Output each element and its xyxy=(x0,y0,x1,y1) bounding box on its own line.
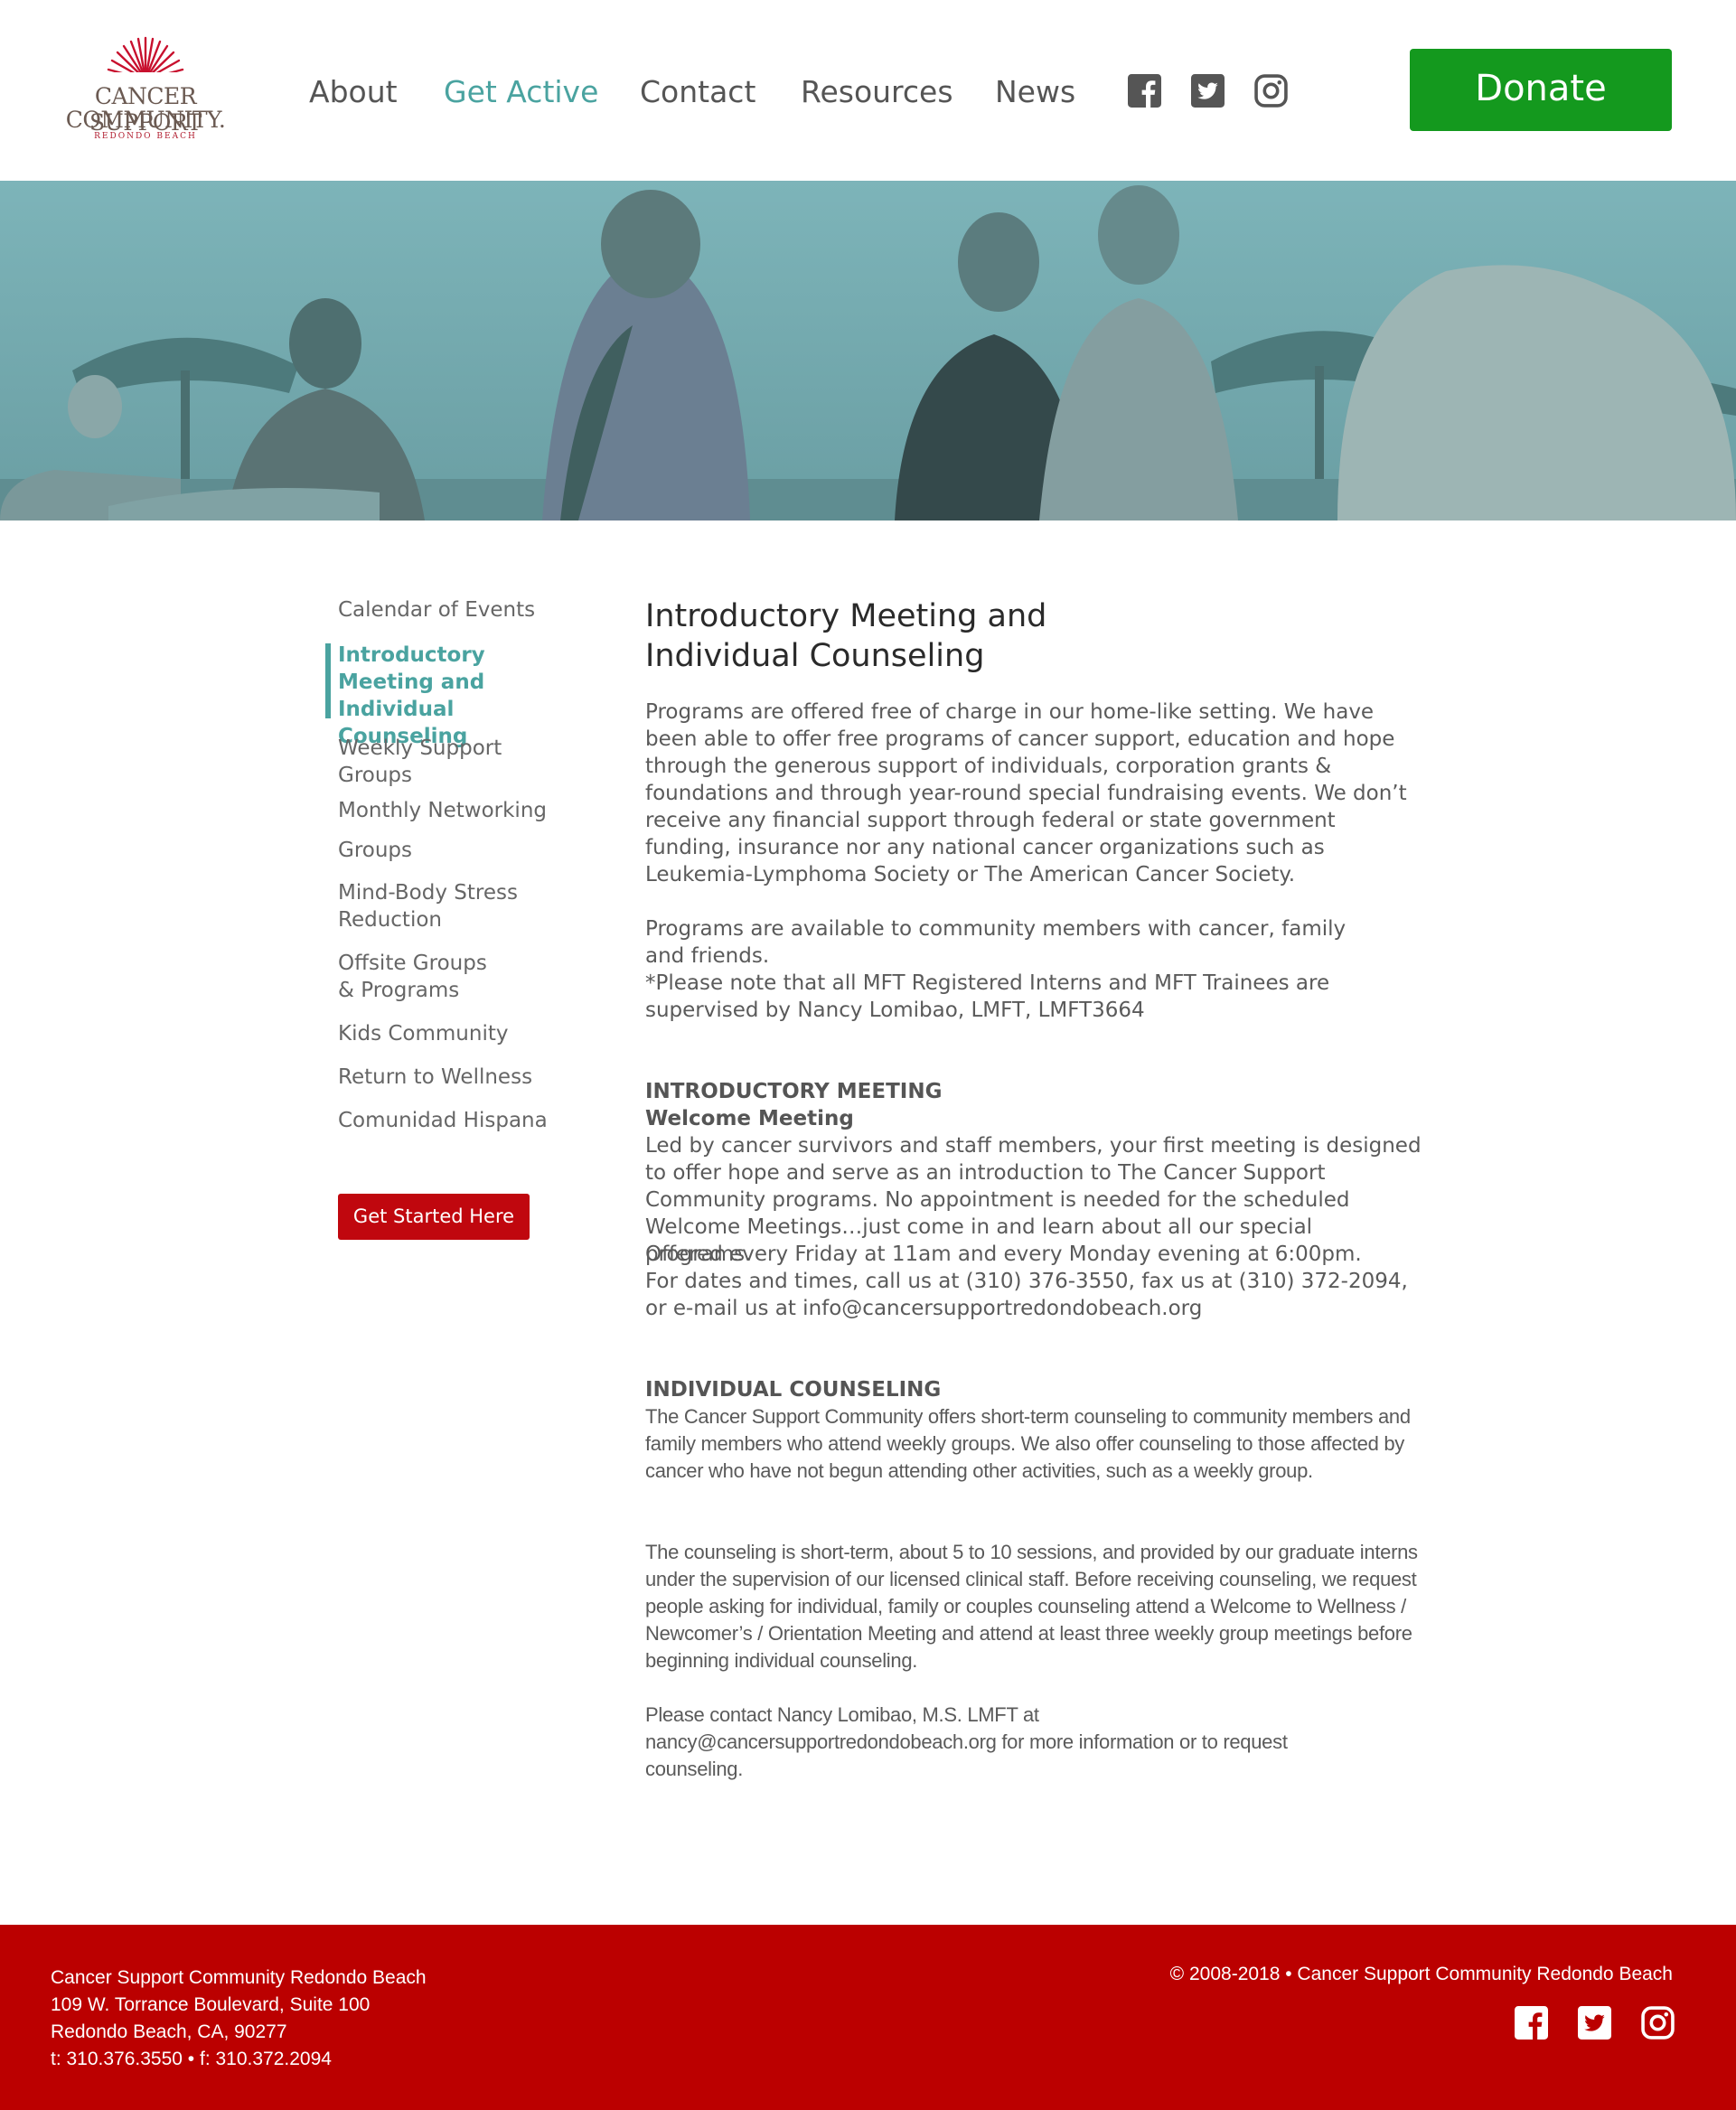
sidebar-item-introductory-meeting[interactable]: Introductory Meeting and Individual Coun… xyxy=(338,642,573,750)
page-title-line2: Individual Counseling xyxy=(645,638,985,674)
sidebar-item-offsite-groups[interactable]: Offsite Groups & Programs xyxy=(338,950,501,1004)
sidebar-item-comunidad-hispana[interactable]: Comunidad Hispana xyxy=(338,1107,582,1134)
contact-details: For dates and times, call us at (310) 37… xyxy=(645,1270,1408,1320)
site-header: CANCER SUPPORT COMMUNITY. REDONDO BEACH … xyxy=(0,0,1736,181)
site-footer: Cancer Support Community Redondo Beach 1… xyxy=(0,1925,1736,2110)
page-title-line1: Introductory Meeting and xyxy=(645,598,1047,634)
footer-org-name: Cancer Support Community Redondo Beach xyxy=(51,1967,427,1988)
sidebar-item-mind-body-stress-reduction[interactable]: Mind-Body Stress Reduction xyxy=(338,879,528,933)
footer-phone: t: 310.376.3550 • f: 310.372.2094 xyxy=(51,2049,332,2069)
intro-meeting-heading: INTRODUCTORY MEETING xyxy=(645,1080,943,1103)
welcome-meeting-subheading: Welcome Meeting xyxy=(645,1107,854,1130)
sidebar-active-indicator xyxy=(325,643,331,718)
logo-text-line2: COMMUNITY. xyxy=(65,107,226,133)
donate-button[interactable]: Donate xyxy=(1410,49,1672,131)
twitter-icon[interactable] xyxy=(1191,74,1225,108)
logo-text-line3: REDONDO BEACH xyxy=(94,132,197,141)
hero-photo xyxy=(0,181,1736,520)
counseling-contact-text: Please contact Nancy Lomibao, M.S. LMFT … xyxy=(645,1703,1288,1780)
counseling-details-text: The counseling is short-term, about 5 to… xyxy=(645,1541,1418,1672)
sidebar-item-weekly-support-groups[interactable]: Weekly Support Groups xyxy=(338,735,519,789)
footer-address: Cancer Support Community Redondo Beach 1… xyxy=(51,1965,427,2073)
instagram-icon[interactable] xyxy=(1641,2006,1675,2040)
footer-street: 109 W. Torrance Boulevard, Suite 100 xyxy=(51,1994,371,2015)
sidebar-item-groups[interactable]: Groups xyxy=(338,837,582,864)
nav-about[interactable]: About xyxy=(309,74,398,109)
meeting-schedule: Offered every Friday at 11am and every M… xyxy=(645,1243,1362,1266)
footer-copyright: © 2008-2018 • Cancer Support Community R… xyxy=(1169,1964,1673,1984)
intro-paragraph: Programs are offered free of charge in o… xyxy=(645,700,1407,886)
facebook-icon[interactable] xyxy=(1515,2006,1548,2040)
page-title: Introductory Meeting and Individual Coun… xyxy=(645,596,1422,676)
get-started-button[interactable]: Get Started Here xyxy=(338,1194,530,1240)
nav-news[interactable]: News xyxy=(995,74,1075,109)
nav-resources[interactable]: Resources xyxy=(801,74,953,109)
nav-contact[interactable]: Contact xyxy=(640,74,755,109)
supervision-note: *Please note that all MFT Registered Int… xyxy=(645,971,1330,1022)
availability-paragraph: Programs are available to community memb… xyxy=(645,917,1347,968)
facebook-icon[interactable] xyxy=(1128,74,1161,108)
sidebar-item-monthly-networking[interactable]: Monthly Networking xyxy=(338,797,582,824)
hero-banner-image xyxy=(0,181,1736,520)
nav-get-active[interactable]: Get Active xyxy=(444,74,598,109)
instagram-icon[interactable] xyxy=(1254,74,1288,108)
individual-counseling-heading: INDIVIDUAL COUNSELING xyxy=(645,1378,942,1402)
sidebar-item-return-to-wellness[interactable]: Return to Wellness xyxy=(338,1064,582,1091)
twitter-icon[interactable] xyxy=(1578,2006,1611,2040)
sidebar-item-kids-community[interactable]: Kids Community xyxy=(338,1020,582,1047)
site-logo[interactable]: CANCER SUPPORT COMMUNITY. REDONDO BEACH xyxy=(42,36,249,149)
footer-city: Redondo Beach, CA, 90277 xyxy=(51,2021,287,2042)
sunburst-logo-icon xyxy=(105,36,186,81)
sidebar-item-calendar-of-events[interactable]: Calendar of Events xyxy=(338,596,582,624)
individual-counseling-text: The Cancer Support Community offers shor… xyxy=(645,1405,1411,1482)
